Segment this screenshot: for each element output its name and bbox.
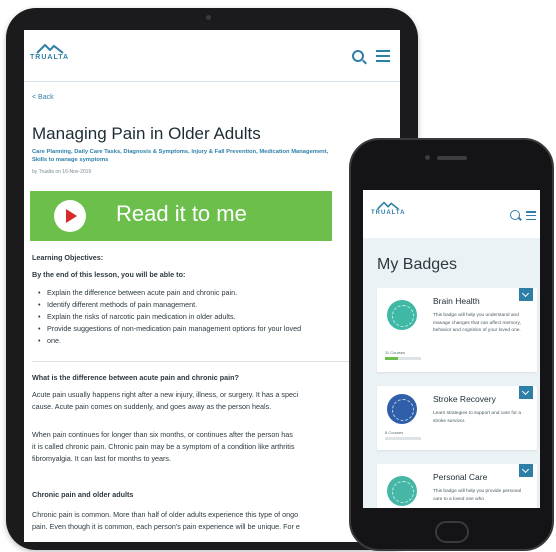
search-icon[interactable] [510,210,520,220]
tags-line[interactable]: Care Planning, Daily Care Tasks, Diagnos… [32,148,394,156]
back-link[interactable]: < Back [32,94,54,101]
phone-device: TRUALTA My Badges Brain Health This badg… [349,138,554,551]
section-heading: Chronic pain and older adults [32,490,134,499]
home-button[interactable] [435,521,469,543]
list-item-continuation: one. [38,335,400,347]
phone-header: TRUALTA [363,190,540,238]
badge-card-stroke-recovery[interactable]: Stroke Recovery Learn strategies to supp… [377,386,537,450]
list-item: Provide suggestions of non-medication pa… [38,323,400,335]
phone-speaker [437,156,467,160]
badge-progress-bar [385,437,421,440]
paragraph-line: When pain continues for longer than six … [32,430,293,439]
objectives-list: Explain the difference between acute pai… [38,287,400,347]
tablet-screen: TRUALTA < Back Managing Pain in Older Ad… [24,30,400,542]
badge-course-count: 8 Courses [385,430,404,435]
trualta-logo[interactable]: TRUALTA [30,42,69,61]
logo-text: TRUALTA [371,210,406,216]
article-tags[interactable]: Care Planning, Daily Care Tasks, Diagnos… [32,148,394,164]
paragraph-line: fibromyalgia. It can last for months to … [32,454,172,463]
trualta-logo[interactable]: TRUALTA [371,200,405,216]
device-mockup: TRUALTA < Back Managing Pain in Older Ad… [0,0,556,552]
search-icon[interactable] [352,50,364,62]
logo-text: TRUALTA [30,54,70,61]
phone-screen: TRUALTA My Badges Brain Health This badg… [363,190,540,508]
logo-mountain-icon [377,201,400,210]
list-item: Explain the risks of narcotic pain medic… [38,311,400,323]
paragraph-line: Chronic pain is common. More than half o… [32,510,299,519]
badge-description: This badge will help you understand and … [433,313,521,334]
section-divider [32,361,400,362]
badge-name: Brain Health [433,296,480,306]
paragraph: When pain continues for longer than six … [32,429,400,465]
badge-description: This badge will help you provide persona… [433,489,521,502]
expand-chevron-icon[interactable] [519,288,533,301]
personal-care-badge-icon [387,476,417,506]
play-icon [54,200,86,232]
list-item: Explain the difference between acute pai… [38,287,400,299]
badge-progress-bar [385,357,421,360]
paragraph-line: cause. Acute pain comes on suddenly, and… [32,402,272,411]
stroke-recovery-badge-icon [387,394,417,424]
menu-icon[interactable] [526,211,536,221]
badge-description: Learn strategies to support and care for… [433,411,521,424]
article-title: Managing Pain in Older Adults [32,124,261,143]
objectives-heading: Learning Objectives: [32,253,104,262]
objectives-intro: By the end of this lesson, you will be a… [32,270,186,279]
logo-mountain-icon [35,43,64,54]
badge-name: Personal Care [433,472,488,482]
paragraph: Acute pain usually happens right after a… [32,389,400,413]
article-byline: by Trualta on 16-Nov-2019 [32,169,92,175]
badge-course-count: 11 Courses [385,350,406,355]
paragraph-line: pain. Even though it is common, each per… [32,522,300,531]
page-title: My Badges [377,256,458,273]
section-heading: What is the difference between acute pai… [32,373,239,382]
read-it-to-me-button[interactable]: Read it to me [30,191,332,241]
menu-icon[interactable] [376,50,390,62]
phone-camera [425,155,430,160]
paragraph-line: it is called chronic pain. Chronic pain … [32,442,295,451]
badge-card-brain-health[interactable]: Brain Health This badge will help you un… [377,288,537,372]
badge-card-personal-care[interactable]: Personal Care This badge will help you p… [377,464,537,508]
tablet-camera [206,15,211,20]
expand-chevron-icon[interactable] [519,386,533,399]
badge-progress-fill [385,357,398,360]
paragraph-line: Acute pain usually happens right after a… [32,390,299,399]
badge-name: Stroke Recovery [433,394,496,404]
brain-health-badge-icon [387,300,417,330]
read-button-label: Read it to me [116,201,247,226]
list-item: Identify different methods of pain manag… [38,299,400,311]
article-body: Learning Objectives: By the end of this … [32,252,400,533]
tablet-header: TRUALTA [24,30,400,82]
tags-line[interactable]: Skills to manage symptoms [32,156,394,164]
expand-chevron-icon[interactable] [519,464,533,477]
paragraph: Chronic pain is common. More than half o… [32,509,400,533]
